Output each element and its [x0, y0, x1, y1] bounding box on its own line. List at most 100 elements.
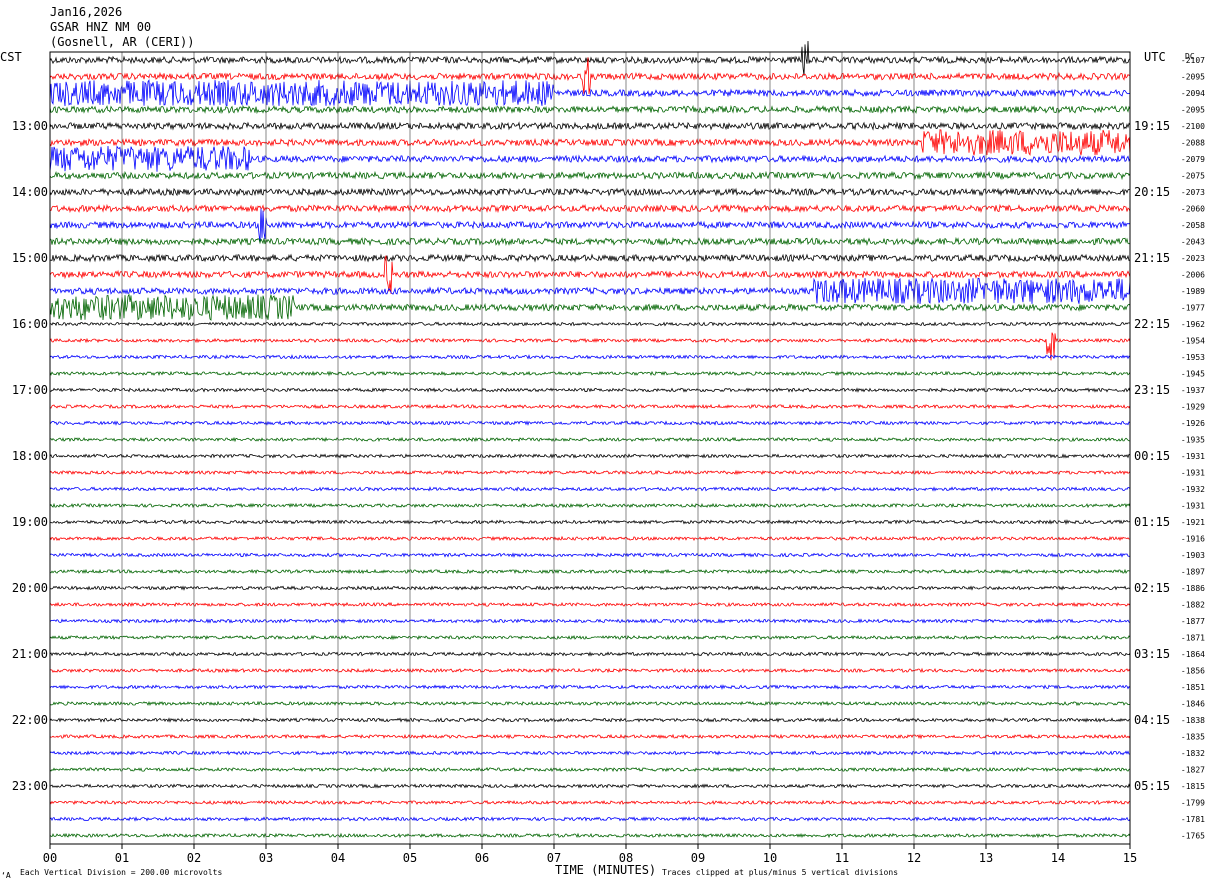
dc-offset-label: -1871 [1181, 634, 1205, 643]
minute-gridlines [121, 52, 1059, 844]
trace-line [49, 104, 1131, 115]
dc-offset-label: -2107 [1181, 56, 1205, 65]
dc-offset-label: -2079 [1181, 155, 1205, 164]
right-hour-label: 03:15 [1134, 647, 1170, 661]
trace-line [49, 236, 1131, 247]
trace-line [49, 469, 1131, 476]
scale-note: Each Vertical Division = 200.00 microvol… [20, 868, 222, 877]
dc-offset-label: -1931 [1181, 452, 1205, 461]
dc-offset-label: -1897 [1181, 568, 1205, 577]
trace-line [49, 733, 1131, 740]
x-tick-label: 04 [331, 851, 345, 865]
seismogram-chart: Jan16,2026 GSAR HNZ NM 00 (Gosnell, AR (… [0, 5, 1205, 880]
trace-line [49, 783, 1131, 789]
x-tick-label: 06 [475, 851, 489, 865]
dc-offset-label: -2043 [1181, 238, 1205, 247]
dc-offset-label: -1864 [1181, 650, 1205, 659]
left-hour-label: 15:00 [12, 251, 48, 265]
left-timezone-label: CST [0, 50, 22, 64]
left-hour-label: 20:00 [12, 581, 48, 595]
trace-line [49, 436, 1131, 443]
right-hour-label: 02:15 [1134, 581, 1170, 595]
left-hour-label: 19:00 [12, 515, 48, 529]
left-hour-label: 16:00 [12, 317, 48, 331]
right-hour-label: 21:15 [1134, 251, 1170, 265]
x-tick-label: 09 [691, 851, 705, 865]
dc-offset-label: -2058 [1181, 221, 1205, 230]
header-location: (Gosnell, AR (CERI)) [50, 35, 195, 49]
trace-line [49, 121, 1131, 131]
x-tick-label: 10 [763, 851, 777, 865]
dc-offset-label: -1929 [1181, 403, 1205, 412]
trace-line [49, 403, 1131, 410]
trace-line [49, 253, 1131, 263]
x-tick-label: 00 [43, 851, 57, 865]
header-station: GSAR HNZ NM 00 [50, 20, 151, 34]
clip-note: Traces clipped at plus/minus 5 vertical … [662, 868, 898, 877]
right-timezone-label: UTC [1144, 50, 1166, 64]
plot-frame [49, 51, 1131, 845]
dc-offset-label: -2060 [1181, 205, 1205, 214]
trace-line [49, 321, 1131, 327]
dc-offset-label: -1903 [1181, 551, 1205, 560]
trace-line [49, 651, 1131, 657]
trace-line [49, 170, 1131, 181]
x-tick-label: 02 [187, 851, 201, 865]
trace-line [49, 519, 1131, 525]
dc-offset-label: -1926 [1181, 419, 1205, 428]
trace-line [49, 535, 1131, 542]
dc-offset-label: -2095 [1181, 106, 1205, 115]
right-hour-label: 01:15 [1134, 515, 1170, 529]
x-tick-label: 01 [115, 851, 129, 865]
dc-offset-label: -1781 [1181, 815, 1205, 824]
dc-offset-label: -1886 [1181, 584, 1205, 593]
right-hour-label: 05:15 [1134, 779, 1170, 793]
dc-offset-label: -2023 [1181, 254, 1205, 263]
trace-line [49, 552, 1130, 558]
dc-offset-label: -1932 [1181, 485, 1205, 494]
dc-offset-label: -1851 [1181, 683, 1205, 692]
x-tick-label: 13 [979, 851, 993, 865]
trace-line [49, 684, 1131, 690]
trace-line [49, 387, 1131, 393]
dc-offset-label: -2100 [1181, 122, 1205, 131]
trace-line [49, 750, 1131, 756]
left-hour-labels: 13:00 14:00 15:00 16:00 17:00 18:00 19:00 20:00… [12, 119, 48, 793]
left-hour-label: 13:00 [12, 119, 48, 133]
trace-line [49, 40, 1131, 76]
trace-group [49, 40, 1131, 839]
dc-offset-label: -1931 [1181, 469, 1205, 478]
corner-mark: ‘A [1, 871, 11, 880]
left-hour-label: 14:00 [12, 185, 48, 199]
trace-line [49, 203, 1131, 214]
dc-offset-label: -2073 [1181, 188, 1205, 197]
x-tick-label: 15 [1123, 851, 1137, 865]
left-hour-label: 21:00 [12, 647, 48, 661]
dc-offset-label: -1765 [1181, 832, 1205, 841]
x-tick-label: 14 [1051, 851, 1065, 865]
right-hour-label: 19:15 [1134, 119, 1170, 133]
dc-offset-label: -1877 [1181, 617, 1205, 626]
x-tick-label: 12 [907, 851, 921, 865]
dc-offset-label: -1935 [1181, 436, 1205, 445]
trace-line [49, 585, 1131, 591]
left-hour-label: 22:00 [12, 713, 48, 727]
trace-line [49, 634, 1131, 641]
dc-offset-label: -1799 [1181, 799, 1205, 808]
trace-line [49, 766, 1131, 773]
dc-offset-label: -2094 [1181, 89, 1205, 98]
right-hour-label: 20:15 [1134, 185, 1170, 199]
dc-offset-label: -2006 [1181, 271, 1205, 280]
header-date: Jan16,2026 [50, 5, 122, 19]
trace-line [49, 816, 1131, 822]
x-tick-labels: 00 01 02 03 04 05 06 07 08 09 10 11 12 13 14 15 [43, 844, 1137, 865]
dc-offset-label: -1945 [1181, 370, 1205, 379]
trace-line [49, 57, 1131, 95]
right-hour-label: 00:15 [1134, 449, 1170, 463]
dc-offset-label: -1937 [1181, 386, 1205, 395]
trace-line [49, 486, 1131, 492]
trace-line [49, 568, 1131, 575]
trace-line [49, 667, 1131, 674]
dc-offset-label: -1954 [1181, 337, 1205, 346]
x-tick-label: 05 [403, 851, 417, 865]
